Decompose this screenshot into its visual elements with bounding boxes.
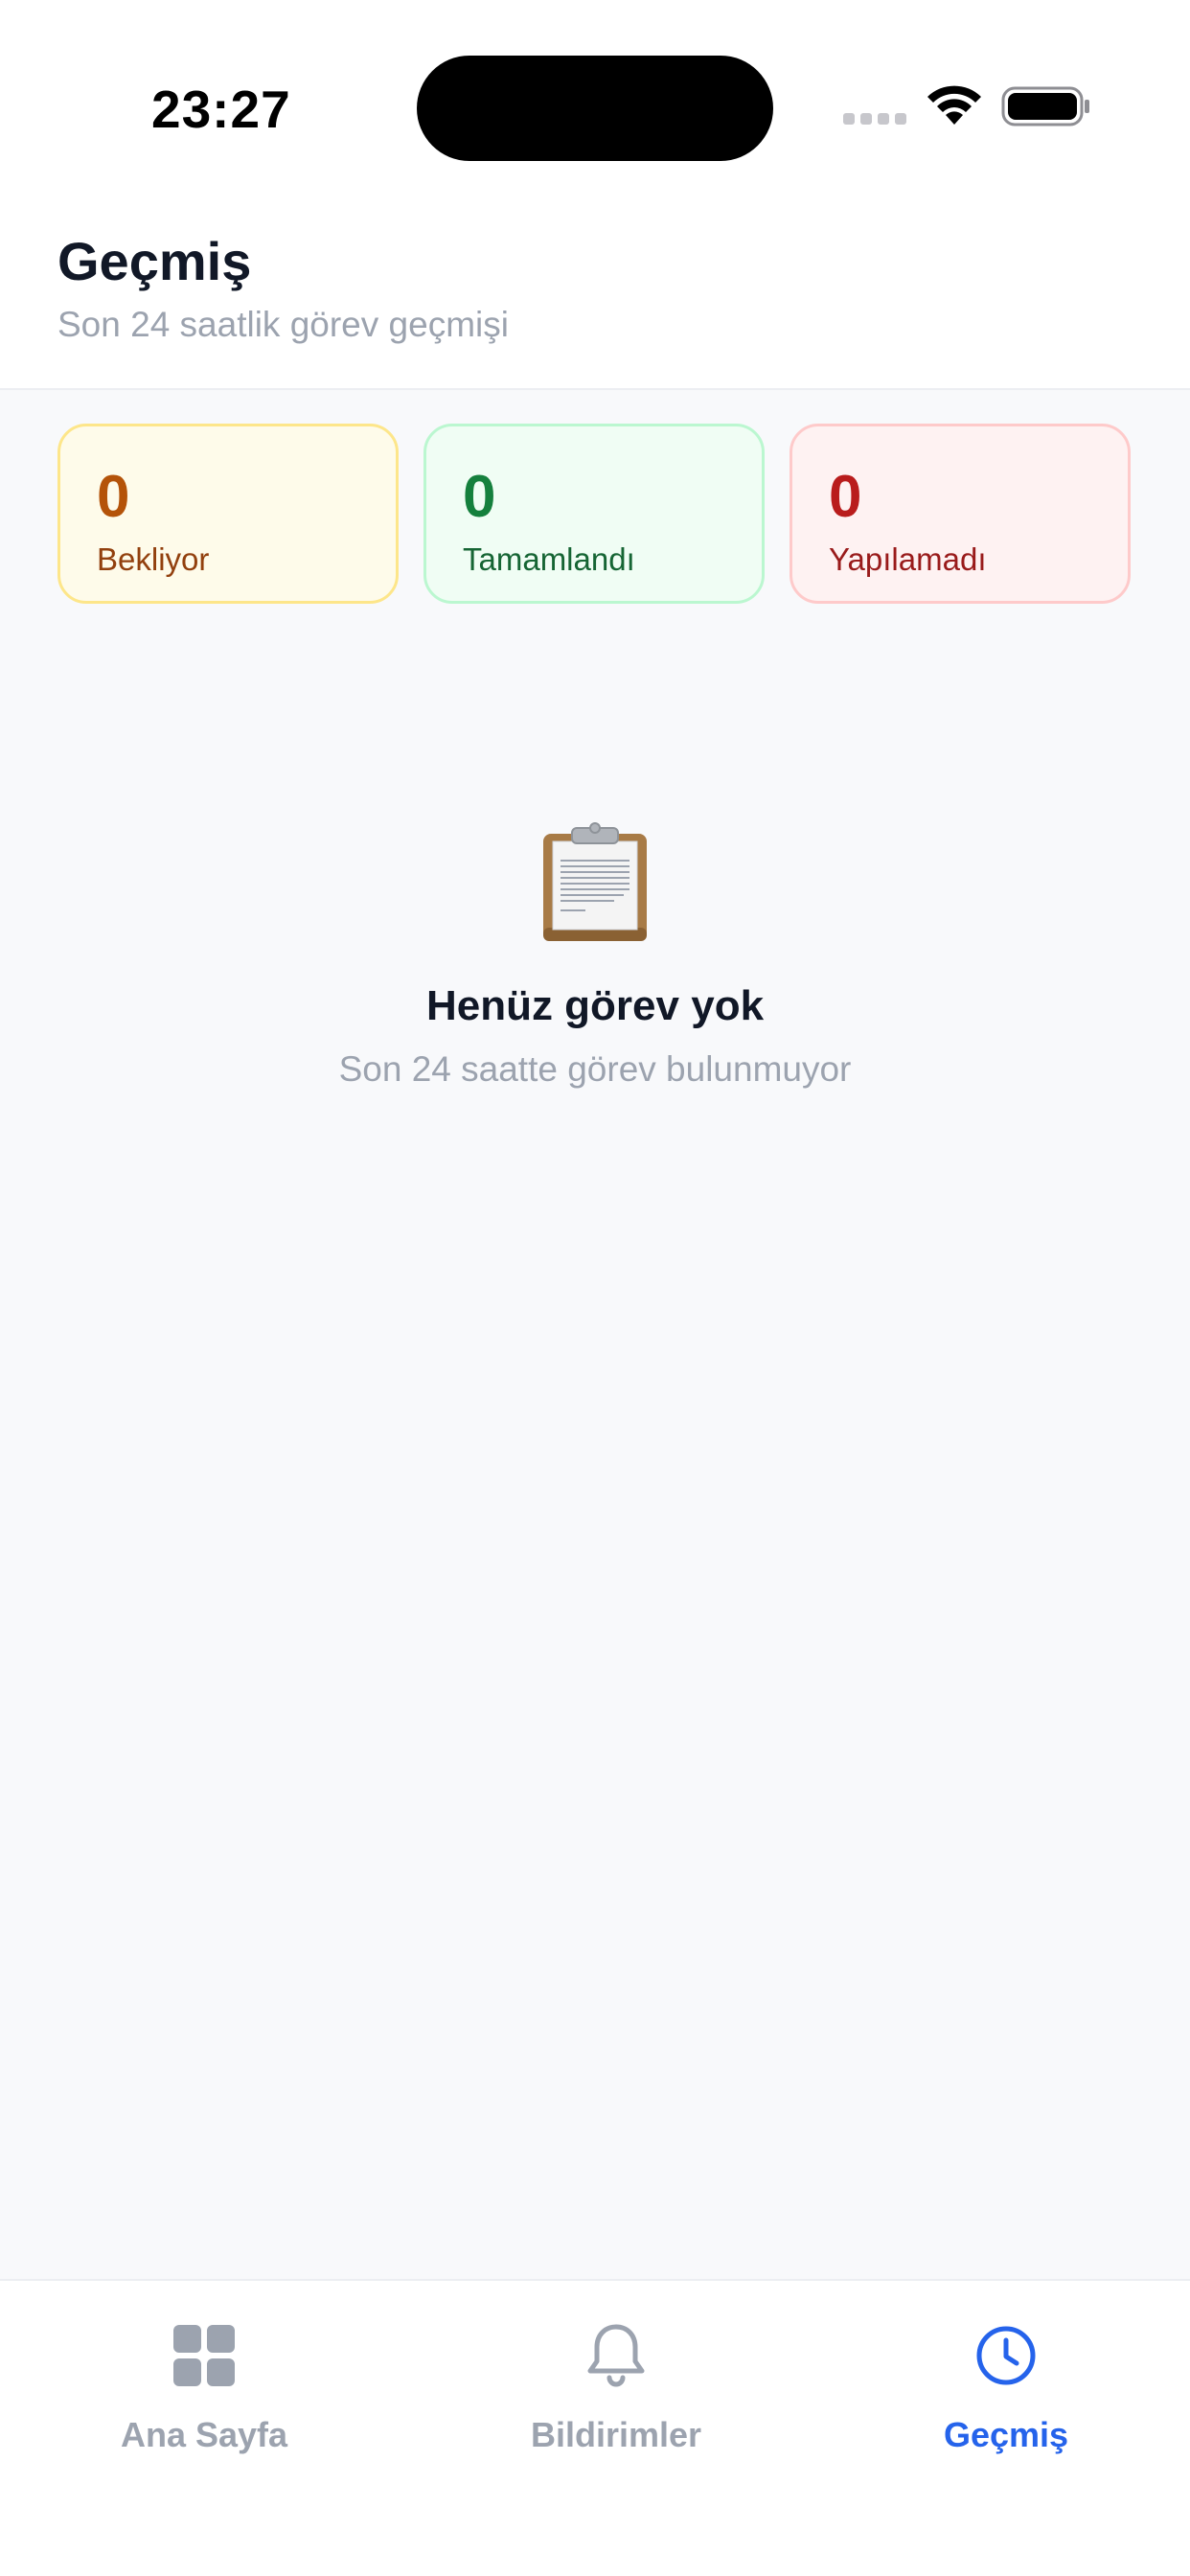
stat-card-completed: 0 Tamamlandı bbox=[423, 424, 765, 604]
tab-home-label: Ana Sayfa bbox=[120, 2415, 288, 2454]
history-screen: 23:27 Geçmiş Son 24 saatlik görev geçmiş… bbox=[0, 0, 1190, 2576]
battery-icon bbox=[1001, 86, 1089, 126]
tab-notifications[interactable]: Bildirimler bbox=[444, 2281, 789, 2472]
bell-icon bbox=[587, 2324, 645, 2387]
stat-value-pending: 0 bbox=[97, 464, 130, 530]
tab-home[interactable]: Ana Sayfa bbox=[32, 2281, 377, 2472]
stat-card-pending: 0 Bekliyor bbox=[57, 424, 399, 604]
tab-history-label: Geçmiş bbox=[943, 2415, 1069, 2454]
tab-bar: Ana Sayfa Bildirimler Geçmiş bbox=[0, 2279, 1190, 2576]
stat-label-failed: Yapılamadı bbox=[829, 541, 987, 577]
cellular-signal-icon bbox=[843, 113, 908, 126]
stat-label-pending: Bekliyor bbox=[97, 541, 210, 577]
stat-card-failed: 0 Yapılamadı bbox=[790, 424, 1131, 604]
status-time: 23:27 bbox=[151, 80, 291, 139]
page-subtitle: Son 24 saatlik görev geçmişi bbox=[57, 305, 509, 344]
grid-icon bbox=[173, 2325, 235, 2386]
stat-label-completed: Tamamlandı bbox=[463, 541, 635, 577]
tab-notifications-label: Bildirimler bbox=[530, 2415, 702, 2454]
dynamic-island bbox=[417, 56, 773, 161]
page-title: Geçmiş bbox=[57, 231, 252, 291]
clipboard-icon bbox=[543, 822, 647, 941]
status-bar: 23:27 bbox=[0, 0, 1190, 192]
stat-value-completed: 0 bbox=[463, 464, 496, 530]
page-header: Geçmiş Son 24 saatlik görev geçmişi bbox=[0, 192, 1190, 390]
tab-history[interactable]: Geçmiş bbox=[834, 2281, 1179, 2472]
clock-icon bbox=[976, 2326, 1036, 2385]
empty-state-subtitle: Son 24 saatte görev bulunmuyor bbox=[338, 1049, 852, 1089]
wifi-icon bbox=[927, 85, 981, 125]
empty-state-title: Henüz görev yok bbox=[425, 982, 765, 1029]
stat-value-failed: 0 bbox=[829, 464, 862, 530]
